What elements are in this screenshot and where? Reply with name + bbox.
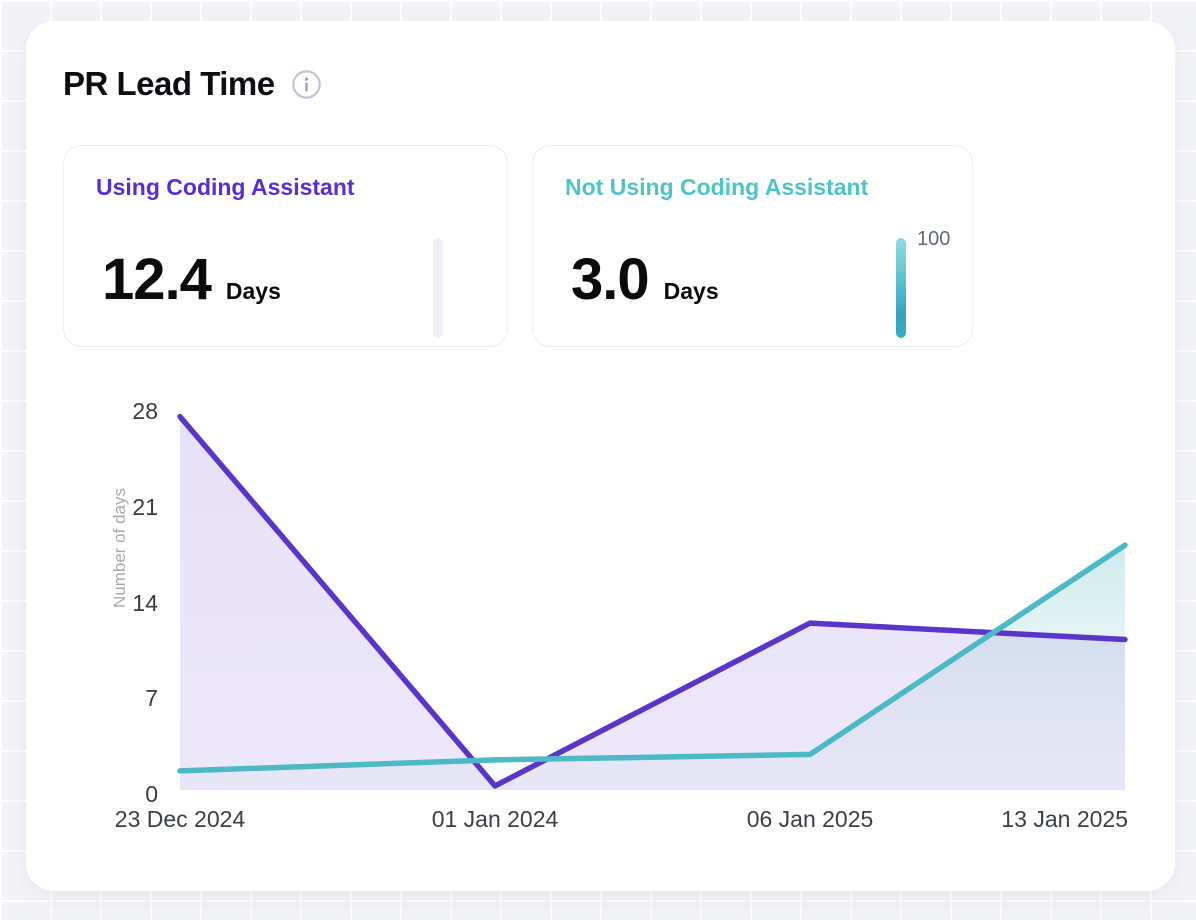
- stats-row: Using Coding Assistant 12.4 Days Not Usi…: [63, 145, 973, 347]
- y-tick-label: 21: [26, 494, 158, 520]
- x-tick-label: 01 Jan 2024: [432, 804, 559, 834]
- mini-gauge-bar: [896, 238, 906, 338]
- stat-card-not-using-assistant: Not Using Coding Assistant 3.0 Days 100: [532, 145, 973, 347]
- y-tick-label: 14: [26, 590, 158, 616]
- y-tick-label: 7: [26, 685, 158, 711]
- stat-unit: Days: [226, 278, 281, 305]
- stat-card-using-assistant: Using Coding Assistant 12.4 Days: [63, 145, 508, 347]
- stat-value-row: 12.4 Days: [102, 250, 281, 311]
- mini-gauge-bar-label: 100: [917, 228, 950, 251]
- stat-value: 3.0: [571, 250, 649, 311]
- stat-value-row: 3.0 Days: [571, 250, 719, 311]
- stat-label: Using Coding Assistant: [96, 174, 355, 201]
- pr-lead-time-card: PR Lead Time Using Coding Assistant 12.4…: [26, 21, 1175, 891]
- info-icon[interactable]: [291, 69, 322, 100]
- stat-value: 12.4: [102, 250, 211, 311]
- mini-gauge-bar: [433, 238, 443, 338]
- x-tick-label: 13 Jan 2025: [1001, 804, 1128, 834]
- card-header: PR Lead Time: [63, 65, 322, 103]
- page-background: PR Lead Time Using Coding Assistant 12.4…: [0, 0, 1196, 920]
- x-tick-label: 23 Dec 2024: [115, 804, 245, 834]
- x-axis-labels: 23 Dec 202401 Jan 202406 Jan 202513 Jan …: [177, 804, 1128, 836]
- page-title: PR Lead Time: [63, 65, 275, 103]
- y-tick-label: 28: [26, 398, 158, 424]
- x-tick-label: 06 Jan 2025: [747, 804, 874, 834]
- stat-label: Not Using Coding Assistant: [565, 174, 868, 201]
- stat-unit: Days: [664, 278, 719, 305]
- chart-canvas: [177, 399, 1128, 793]
